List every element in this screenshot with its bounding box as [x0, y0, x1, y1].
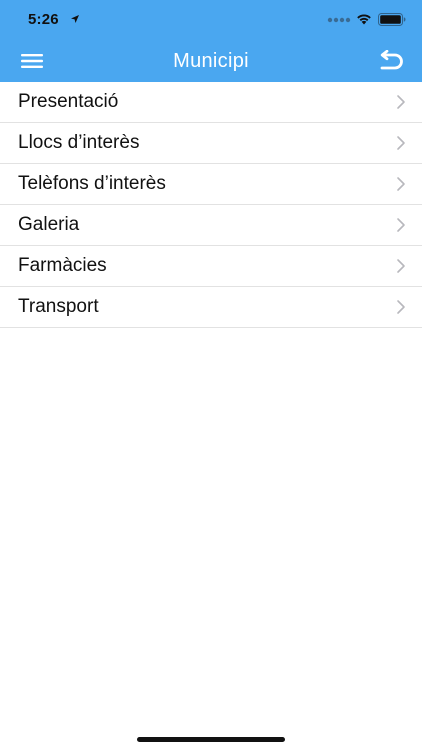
list-item-label: Galeria	[18, 214, 80, 235]
page-title: Municipi	[173, 50, 249, 72]
list-item-transport[interactable]: Transport	[0, 287, 422, 328]
list-item-label: Telèfons d’interès	[18, 173, 166, 194]
status-time: 5:26	[28, 11, 59, 28]
navigation-bar: Municipi	[0, 40, 422, 82]
list-item-telefons-interes[interactable]: Telèfons d’interès	[0, 164, 422, 205]
menu-list: Presentació Llocs d’interès Telèfons d’i…	[0, 82, 422, 328]
list-item-label: Llocs d’interès	[18, 132, 140, 153]
list-item-label: Farmàcies	[18, 255, 107, 276]
chevron-right-icon	[397, 218, 405, 232]
chevron-right-icon	[397, 259, 405, 273]
chevron-right-icon	[397, 300, 405, 314]
app-screen: 5:26 Municipi Presentació Llocs d’interè…	[0, 0, 422, 750]
home-indicator[interactable]	[137, 737, 285, 742]
list-item-llocs-interes[interactable]: Llocs d’interès	[0, 123, 422, 164]
location-arrow-icon	[71, 15, 79, 23]
list-item-farmacies[interactable]: Farmàcies	[0, 246, 422, 287]
list-item-label: Presentació	[18, 91, 119, 112]
status-bar: 5:26	[0, 0, 422, 40]
chevron-right-icon	[397, 136, 405, 150]
chevron-right-icon	[397, 95, 405, 109]
list-item-galeria[interactable]: Galeria	[0, 205, 422, 246]
top-bar: 5:26 Municipi	[0, 0, 422, 82]
undo-return-icon[interactable]	[374, 50, 406, 72]
wifi-icon	[357, 14, 371, 25]
list-item-label: Transport	[18, 296, 99, 317]
battery-icon	[378, 13, 406, 26]
list-item-presentacio[interactable]: Presentació	[0, 82, 422, 123]
cellular-signal-icon	[327, 17, 351, 23]
chevron-right-icon	[397, 177, 405, 191]
